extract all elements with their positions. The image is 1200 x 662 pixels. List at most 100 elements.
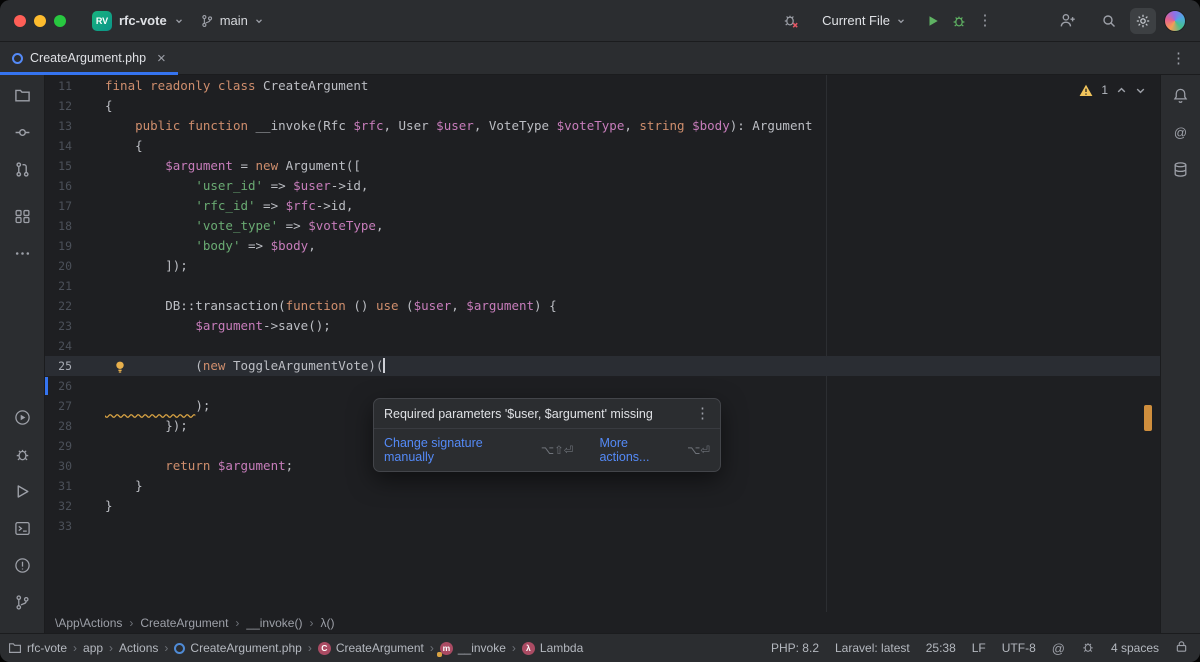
debug-tool-button[interactable] [8,440,36,468]
line-number[interactable]: 17 [45,196,105,216]
status-path-item[interactable]: λ Lambda [521,641,583,655]
code-line-13[interactable]: 13 public function __invoke(Rfc $rfc, Us… [45,116,1160,136]
lightbulb-icon[interactable] [113,360,127,374]
code-line-12[interactable]: 12{ [45,96,1160,116]
at-icon[interactable]: @ [1052,641,1065,656]
status-path-item[interactable]: CreateArgument.php [174,641,302,655]
search-everywhere-button[interactable] [1096,8,1122,34]
indent-widget[interactable]: 4 spaces [1111,641,1159,655]
problems-tool-button[interactable] [8,551,36,579]
line-number[interactable]: 31 [45,476,105,496]
more-options-button[interactable]: ⋮ [972,8,998,34]
commit-tool-button[interactable] [8,118,36,146]
file-lock-widget[interactable] [1175,640,1188,656]
close-window-button[interactable] [14,14,26,27]
line-number[interactable]: 11 [45,76,105,96]
code-line-17[interactable]: 17 'rfc_id' => $rfc->id, [45,196,1160,216]
line-number[interactable]: 23 [45,316,105,336]
line-number[interactable]: 19 [45,236,105,256]
code-line-25[interactable]: 25 (new ToggleArgumentVote)( [45,356,1160,376]
breadcrumb-item[interactable]: __invoke() [246,616,302,630]
status-path-item[interactable]: C CreateArgument [317,641,424,655]
run-button[interactable] [920,8,946,34]
ai-mentions-tool-button[interactable]: @ [1167,118,1195,146]
line-number[interactable]: 26 [45,376,105,396]
line-number[interactable]: 29 [45,436,105,456]
status-widget[interactable]: UTF-8 [1002,641,1036,655]
code-with-me-button[interactable] [1054,8,1080,34]
chevron-up-icon[interactable] [1116,85,1127,96]
code-line-32[interactable]: 32} [45,496,1160,516]
line-number[interactable]: 22 [45,296,105,316]
line-number[interactable]: 12 [45,96,105,116]
status-widget[interactable]: Laravel: latest [835,641,910,655]
status-widget[interactable]: 25:38 [926,641,956,655]
version-control-tool-button[interactable] [8,588,36,616]
code-line-22[interactable]: 22 DB::transaction(function () use ($use… [45,296,1160,316]
debugger-off-button[interactable] [778,8,804,34]
line-number[interactable]: 33 [45,516,105,536]
zoom-window-button[interactable] [54,14,66,27]
tab-createargument-php[interactable]: CreateArgument.php × [0,42,178,75]
breadcrumb-item[interactable]: \App\Actions [55,616,122,630]
pull-requests-tool-button[interactable] [8,155,36,183]
notifications-tool-button[interactable] [1167,81,1195,109]
line-number[interactable]: 24 [45,336,105,356]
code-line-16[interactable]: 16 'user_id' => $user->id, [45,176,1160,196]
popup-action[interactable]: More actions... ⌥⏎ [599,436,710,464]
breadcrumb-item[interactable]: λ() [320,616,334,630]
warning-count[interactable]: 1 [1101,83,1108,97]
code-line-26[interactable]: 26 [45,376,1160,396]
status-widget[interactable]: LF [972,641,986,655]
editor[interactable]: 11 final readonly class CreateArgument 12{… [45,75,1160,612]
status-path-item[interactable]: app [83,641,103,655]
run-tool-button[interactable] [8,403,36,431]
structure-tool-button[interactable] [8,202,36,230]
code-line-20[interactable]: 20 ]); [45,256,1160,276]
minimize-window-button[interactable] [34,14,46,27]
status-path-item[interactable]: Actions [119,641,158,655]
popup-options-button[interactable]: ⋮ [695,406,710,421]
status-widget[interactable]: PHP: 8.2 [771,641,819,655]
popup-action-link[interactable]: Change signature manually [384,436,534,464]
line-number[interactable]: 16 [45,176,105,196]
error-stripe-marker[interactable] [1144,405,1152,431]
more-tools-button[interactable] [8,239,36,267]
line-number[interactable]: 14 [45,136,105,156]
terminal-tool-button[interactable] [8,514,36,542]
code-line-15[interactable]: 15 $argument = new Argument([ [45,156,1160,176]
code-line-33[interactable]: 33 [45,516,1160,536]
line-number[interactable]: 28 [45,416,105,436]
code-line-14[interactable]: 14 { [45,136,1160,156]
status-path-item[interactable]: m __invoke [436,641,506,657]
code-line-19[interactable]: 19 'body' => $body, [45,236,1160,256]
code-line-21[interactable]: 21 [45,276,1160,296]
line-number[interactable]: 25 [45,356,105,376]
debug-listener-button[interactable] [1081,640,1095,657]
line-number[interactable]: 27 [45,396,105,416]
line-number[interactable]: 32 [45,496,105,516]
code-line-23[interactable]: 23 $argument->save(); [45,316,1160,336]
settings-button[interactable] [1130,7,1156,34]
status-path-item[interactable]: rfc-vote [8,641,67,655]
chevron-down-icon[interactable] [1135,85,1146,96]
line-number[interactable]: 15 [45,156,105,176]
breadcrumb-item[interactable]: CreateArgument [140,616,228,630]
tab-options-button[interactable]: ⋮ [1157,42,1200,74]
popup-action-link[interactable]: More actions... [599,436,680,464]
warning-triangle-icon[interactable] [1079,84,1093,97]
git-branch-selector[interactable]: main [200,13,264,28]
services-tool-button[interactable] [8,477,36,505]
debug-button[interactable] [946,8,972,34]
close-tab-icon[interactable]: × [157,51,166,66]
line-number[interactable]: 13 [45,116,105,136]
code-line-31[interactable]: 31 } [45,476,1160,496]
popup-action[interactable]: Change signature manually ⌥⇧⏎ [384,436,573,464]
run-configuration-selector[interactable]: Current File [822,13,906,28]
project-selector[interactable]: RV rfc-vote [92,10,184,31]
code-line-24[interactable]: 24 [45,336,1160,356]
line-number[interactable]: 21 [45,276,105,296]
project-tool-button[interactable] [8,81,36,109]
line-number[interactable]: 30 [45,456,105,476]
user-avatar[interactable] [1164,9,1186,32]
